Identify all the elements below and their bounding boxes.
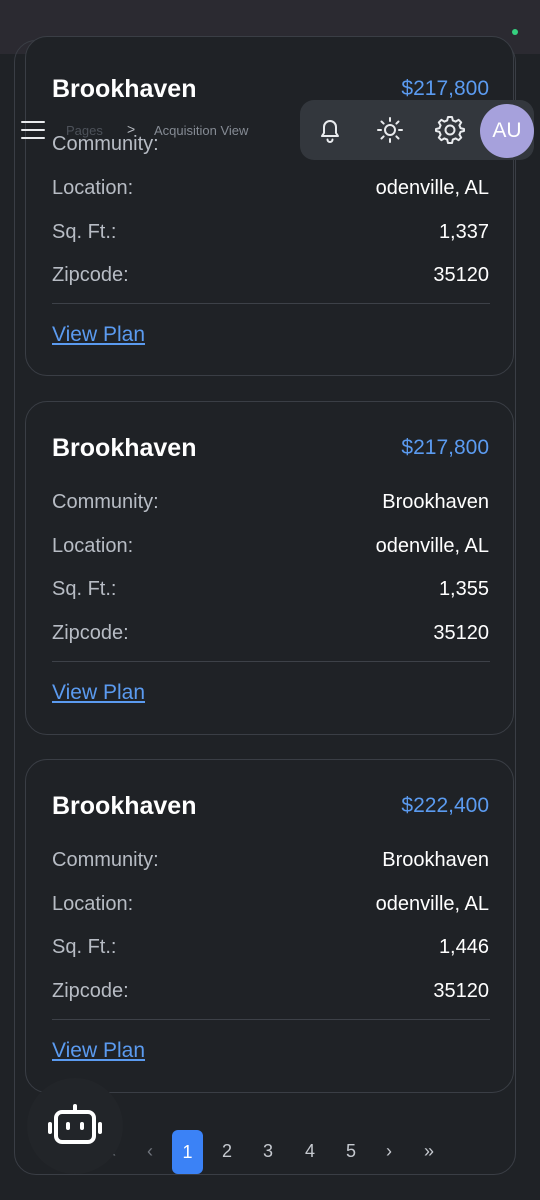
bell-icon[interactable]: [314, 114, 346, 146]
community-label: Community:: [52, 491, 159, 513]
view-plan-link[interactable]: View Plan: [52, 681, 145, 705]
view-plan-link[interactable]: View Plan: [52, 323, 145, 347]
pagination-page-5[interactable]: 5: [336, 1141, 366, 1162]
card-divider: [52, 1019, 490, 1020]
sqft-value: 1,337: [438, 221, 489, 243]
zipcode-value: 35120: [433, 264, 489, 286]
card-price: $222,400: [401, 794, 489, 817]
card-price: $217,800: [401, 436, 489, 459]
card-price: $217,800: [401, 77, 489, 100]
chatbot-button[interactable]: [27, 1078, 123, 1174]
sqft-value: 1,446: [438, 936, 489, 958]
card-divider: [52, 661, 490, 662]
pagination-next[interactable]: ›: [374, 1141, 404, 1162]
pagination-page-1[interactable]: 1: [172, 1130, 203, 1174]
sun-icon[interactable]: [374, 114, 406, 146]
community-label: Community:: [52, 849, 159, 871]
breadcrumb-pages[interactable]: Pages: [66, 123, 103, 138]
location-label: Location:: [52, 177, 134, 199]
breadcrumb-separator: >: [127, 121, 136, 137]
listing-card: Brookhaven $217,800 Community: Location:…: [25, 36, 514, 376]
gear-icon[interactable]: [434, 114, 466, 146]
location-value: odenville, AL: [375, 535, 489, 557]
sqft-label: Sq. Ft.:: [52, 578, 117, 600]
sqft-label: Sq. Ft.:: [52, 936, 117, 958]
avatar[interactable]: AU: [480, 104, 534, 158]
card-title: Brookhaven: [52, 75, 197, 103]
listing-card: Brookhaven $222,400 Community: Brookhave…: [25, 759, 514, 1093]
location-value: odenville, AL: [375, 177, 489, 199]
zipcode-value: 35120: [433, 980, 489, 1002]
location-label: Location:: [52, 893, 134, 915]
card-title: Brookhaven: [52, 434, 197, 462]
zipcode-value: 35120: [433, 622, 489, 644]
listing-card: Brookhaven $217,800 Community: Brookhave…: [25, 401, 514, 735]
view-plan-link[interactable]: View Plan: [52, 1039, 145, 1063]
sqft-label: Sq. Ft.:: [52, 221, 117, 243]
location-value: odenville, AL: [375, 893, 489, 915]
card-divider: [52, 303, 490, 304]
location-label: Location:: [52, 535, 134, 557]
community-value: Brookhaven: [382, 849, 489, 871]
community-value: Brookhaven: [382, 491, 489, 513]
status-indicator-dot: [512, 29, 518, 35]
card-title: Brookhaven: [52, 792, 197, 820]
sqft-value: 1,355: [438, 578, 489, 600]
zipcode-label: Zipcode:: [52, 980, 129, 1002]
pagination-prev[interactable]: ‹: [135, 1141, 165, 1162]
zipcode-label: Zipcode:: [52, 622, 129, 644]
robot-icon: [48, 1104, 102, 1144]
pagination-last[interactable]: »: [414, 1141, 444, 1162]
pagination-page-4[interactable]: 4: [295, 1141, 325, 1162]
menu-icon[interactable]: [21, 120, 45, 140]
pagination-page-2[interactable]: 2: [212, 1141, 242, 1162]
breadcrumb-current: Acquisition View: [154, 123, 249, 138]
zipcode-label: Zipcode:: [52, 264, 129, 286]
pagination-page-3[interactable]: 3: [253, 1141, 283, 1162]
